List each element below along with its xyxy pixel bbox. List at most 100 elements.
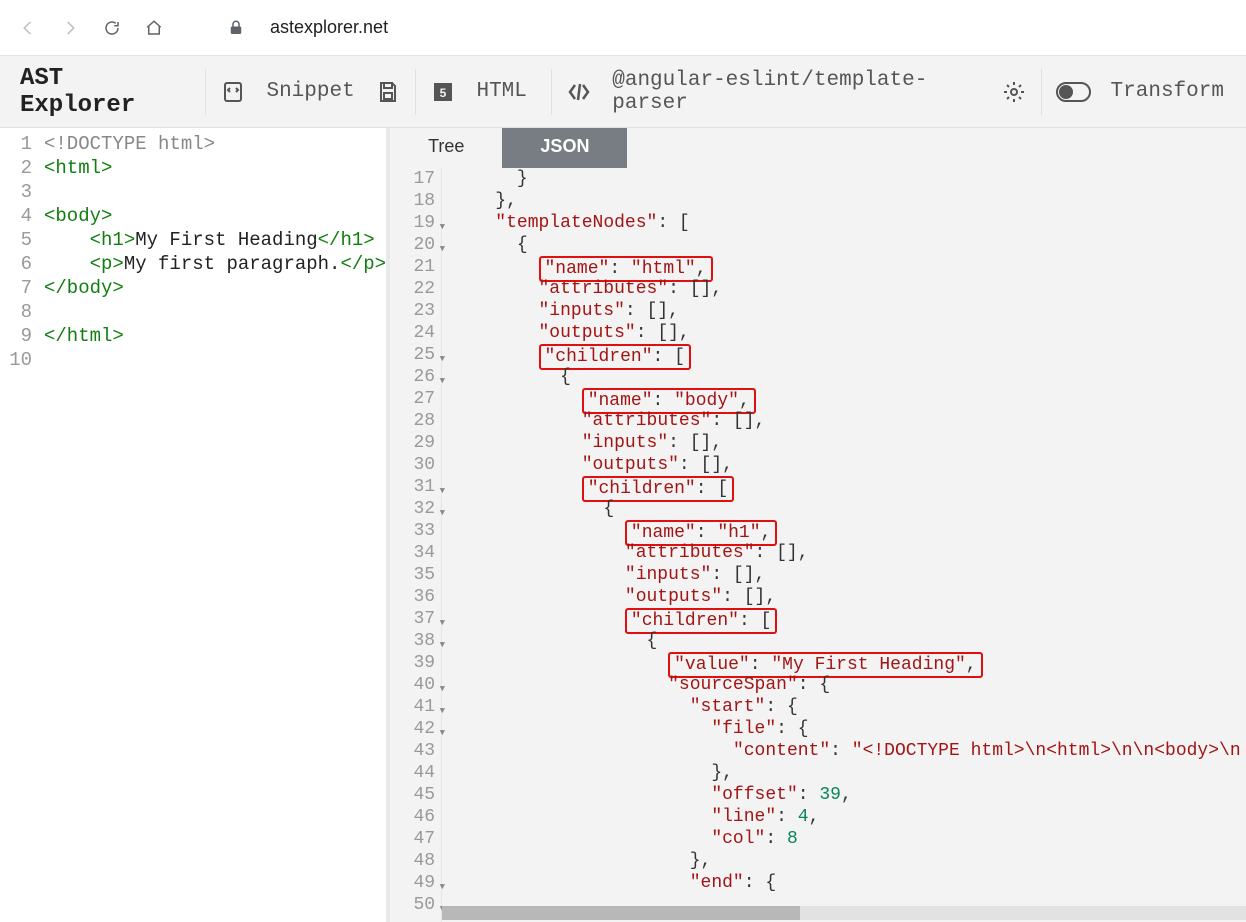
fold-icon[interactable]: ▼ <box>440 678 445 700</box>
fold-icon[interactable]: ▼ <box>440 238 445 260</box>
source-line[interactable]: </html> <box>44 324 386 348</box>
json-line[interactable]: } <box>452 168 1246 190</box>
browser-navbar: astexplorer.net <box>0 0 1246 56</box>
fold-icon[interactable]: ▼ <box>440 722 445 744</box>
json-line[interactable]: "value": "My First Heading", <box>452 652 1246 674</box>
app-toolbar: AST Explorer Snippet 5 HTML @angular-esl… <box>0 56 1246 128</box>
json-line[interactable]: "attributes": [], <box>452 410 1246 432</box>
json-line[interactable]: "offset": 39, <box>452 784 1246 806</box>
json-line[interactable]: "outputs": [], <box>452 454 1246 476</box>
json-line[interactable]: "name": "h1", <box>452 520 1246 542</box>
tab-json[interactable]: JSON <box>502 128 627 168</box>
source-line[interactable]: <body> <box>44 204 386 228</box>
json-line[interactable]: "sourceSpan": { <box>452 674 1246 696</box>
json-line[interactable]: "outputs": [], <box>452 322 1246 344</box>
line-number: 10 <box>0 348 32 372</box>
line-number: 42▼ <box>390 718 435 740</box>
json-line[interactable]: "templateNodes": [ <box>452 212 1246 234</box>
snippet-icon[interactable] <box>220 78 246 106</box>
transform-toggle[interactable] <box>1056 82 1090 102</box>
json-line[interactable]: { <box>452 630 1246 652</box>
line-number: 50▼ <box>390 894 435 916</box>
separator <box>415 69 416 115</box>
line-number: 46 <box>390 806 435 828</box>
json-editor[interactable]: 171819▼20▼2122232425▼26▼2728293031▼32▼33… <box>390 168 1246 922</box>
source-line[interactable]: <h1>My First Heading</h1> <box>44 228 386 252</box>
settings-icon[interactable] <box>1001 78 1027 106</box>
home-icon[interactable] <box>144 18 164 38</box>
line-number: 41▼ <box>390 696 435 718</box>
line-number: 47 <box>390 828 435 850</box>
json-line[interactable]: "inputs": [], <box>452 432 1246 454</box>
fold-icon[interactable]: ▼ <box>440 612 445 634</box>
json-line[interactable]: }, <box>452 850 1246 872</box>
output-tabs: Tree JSON <box>390 128 1246 168</box>
line-number: 40▼ <box>390 674 435 696</box>
json-line[interactable]: "inputs": [], <box>452 300 1246 322</box>
scrollbar-thumb[interactable] <box>442 906 800 920</box>
json-line[interactable]: }, <box>452 190 1246 212</box>
json-line[interactable]: "outputs": [], <box>452 586 1246 608</box>
json-line[interactable]: "attributes": [], <box>452 542 1246 564</box>
fold-icon[interactable]: ▼ <box>440 348 445 370</box>
json-line[interactable]: { <box>452 498 1246 520</box>
horizontal-scrollbar[interactable] <box>442 906 1246 920</box>
separator <box>1041 69 1042 115</box>
forward-icon[interactable] <box>60 18 80 38</box>
source-line[interactable]: <html> <box>44 156 386 180</box>
line-number: 24 <box>390 322 435 344</box>
json-line[interactable]: "attributes": [], <box>452 278 1246 300</box>
url-text[interactable]: astexplorer.net <box>270 17 388 38</box>
source-line[interactable] <box>44 180 386 204</box>
json-line[interactable]: { <box>452 234 1246 256</box>
line-number: 49▼ <box>390 872 435 894</box>
reload-icon[interactable] <box>102 18 122 38</box>
json-line[interactable]: "start": { <box>452 696 1246 718</box>
json-line[interactable]: "col": 8 <box>452 828 1246 850</box>
json-line[interactable]: "file": { <box>452 718 1246 740</box>
fold-icon[interactable]: ▼ <box>440 634 445 656</box>
line-number: 37▼ <box>390 608 435 630</box>
transform-label[interactable]: Transform <box>1101 80 1234 103</box>
source-editor[interactable]: 12345678910 <!DOCTYPE html><html> <body> … <box>0 128 390 922</box>
fold-icon[interactable]: ▼ <box>440 216 445 238</box>
line-number: 7 <box>0 276 32 300</box>
language-icon[interactable]: 5 <box>430 78 456 106</box>
json-line[interactable]: }, <box>452 762 1246 784</box>
json-line[interactable]: "line": 4, <box>452 806 1246 828</box>
json-line[interactable]: { <box>452 366 1246 388</box>
snippet-button[interactable]: Snippet <box>256 80 364 103</box>
json-line[interactable]: "children": [ <box>452 608 1246 630</box>
line-number: 32▼ <box>390 498 435 520</box>
fold-icon[interactable]: ▼ <box>440 370 445 392</box>
language-select[interactable]: HTML <box>466 80 536 103</box>
line-number: 33 <box>390 520 435 542</box>
json-code[interactable]: } }, "templateNodes": [ { "name": "html"… <box>442 168 1246 922</box>
json-line[interactable]: "name": "body", <box>452 388 1246 410</box>
json-line[interactable]: "content": "<!DOCTYPE html>\n<html>\n\n<… <box>452 740 1246 762</box>
parser-icon[interactable] <box>566 78 592 106</box>
json-line[interactable]: "end": { <box>452 872 1246 894</box>
tab-tree[interactable]: Tree <box>390 128 502 168</box>
line-number: 20▼ <box>390 234 435 256</box>
save-icon[interactable] <box>375 78 401 106</box>
fold-icon[interactable]: ▼ <box>440 876 445 898</box>
fold-icon[interactable]: ▼ <box>440 480 445 502</box>
line-number: 36 <box>390 586 435 608</box>
json-line[interactable]: "name": "html", <box>452 256 1246 278</box>
json-line[interactable]: "children": [ <box>452 344 1246 366</box>
parser-select[interactable]: @angular-eslint/template-parser <box>602 69 991 115</box>
source-line[interactable]: <p>My first paragraph.</p> <box>44 252 386 276</box>
back-icon[interactable] <box>18 18 38 38</box>
source-line[interactable] <box>44 348 386 372</box>
json-line[interactable]: "children": [ <box>452 476 1246 498</box>
line-number: 17 <box>390 168 435 190</box>
source-gutter: 12345678910 <box>0 128 40 922</box>
source-line[interactable] <box>44 300 386 324</box>
json-line[interactable]: "inputs": [], <box>452 564 1246 586</box>
fold-icon[interactable]: ▼ <box>440 502 445 524</box>
source-line[interactable]: <!DOCTYPE html> <box>44 132 386 156</box>
source-code[interactable]: <!DOCTYPE html><html> <body> <h1>My First… <box>40 128 386 922</box>
fold-icon[interactable]: ▼ <box>440 700 445 722</box>
source-line[interactable]: </body> <box>44 276 386 300</box>
